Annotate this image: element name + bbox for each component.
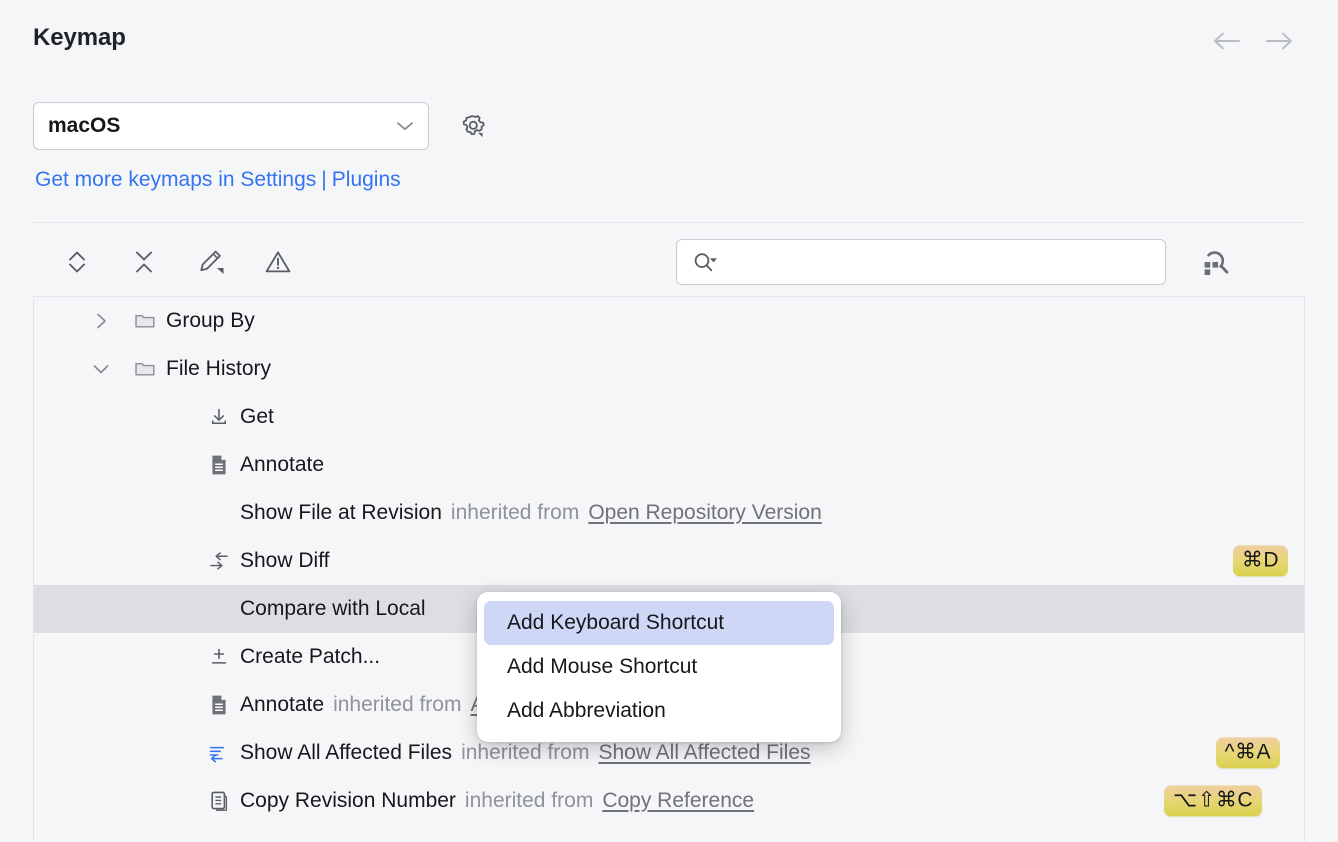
inherited-from-link[interactable]: Show All Affected Files: [598, 741, 810, 765]
chevron-down-icon: [396, 117, 414, 135]
tree-row[interactable]: Annotate: [34, 441, 1304, 489]
header-divider: [33, 222, 1305, 223]
link-separator: |: [321, 168, 327, 191]
inherited-from-link[interactable]: Copy Reference: [602, 789, 754, 813]
context-menu-item[interactable]: Add Keyboard Shortcut: [484, 601, 834, 645]
tree-row-label: Copy Revision Number: [240, 789, 456, 812]
nav-arrows: [1212, 26, 1294, 56]
tree-row-label: Group By: [166, 309, 255, 332]
shortcut-badge[interactable]: ⌘D: [1232, 545, 1288, 577]
get-more-keymaps-link[interactable]: Get more keymaps in Settings: [35, 168, 316, 191]
toolbar-buttons: [57, 242, 298, 282]
row-indent: [34, 369, 90, 370]
row-indent: [34, 417, 164, 418]
folder-icon: [134, 358, 156, 380]
tree-row-label: Show File at Revision: [240, 501, 442, 524]
folder-icon: [134, 310, 156, 332]
tree-row-label: Get: [240, 405, 274, 428]
create-patch-icon: [208, 646, 230, 668]
plugins-link[interactable]: Plugins: [332, 168, 401, 191]
tree-row[interactable]: Show File at Revision inherited from Open …: [34, 489, 1304, 537]
keymap-tree: Group By File History Get Annotate Show File…: [34, 297, 1304, 825]
chevrons-collapse-icon: [136, 251, 152, 273]
row-indent: [34, 801, 164, 802]
show-affected-files-icon: [208, 742, 230, 764]
keymap-settings-page: Keymap macOS Get more keymaps in Setting…: [0, 0, 1338, 842]
keymap-tree-panel[interactable]: Group By File History Get Annotate Show File…: [33, 296, 1305, 842]
warning-triangle-icon: [265, 251, 291, 273]
row-chevron-placeholder: [164, 550, 186, 572]
context-menu[interactable]: Add Keyboard Shortcut Add Mouse Shortcut A…: [477, 592, 841, 742]
show-diff-icon: [208, 550, 230, 572]
gear-icon: [462, 115, 485, 138]
context-menu-item[interactable]: Add Abbreviation: [484, 689, 834, 733]
find-actions-by-shortcut-button[interactable]: [1195, 241, 1237, 283]
pencil-dropdown-icon: [200, 250, 224, 274]
find-by-shortcut-icon: [1204, 251, 1229, 275]
annotate-document-icon: [208, 454, 230, 476]
row-chevron-placeholder: [164, 694, 186, 716]
context-menu-item[interactable]: Add Mouse Shortcut: [484, 645, 834, 689]
chevron-down-icon[interactable]: [90, 358, 112, 380]
inherited-from-label: inherited from: [333, 693, 462, 716]
search-icon: [691, 251, 721, 273]
keymap-dropdown-value: macOS: [48, 114, 121, 137]
header: Keymap: [0, 0, 1338, 76]
keymap-toolbar: [33, 232, 1305, 294]
row-indent: [34, 753, 164, 754]
chevrons-expand-icon: [69, 251, 85, 273]
row-indent: [34, 609, 164, 610]
search-input[interactable]: [731, 250, 1151, 274]
row-indent: [34, 561, 164, 562]
row-indent: [34, 321, 90, 322]
inherited-from-label: inherited from: [461, 741, 590, 764]
row-indent: [34, 705, 164, 706]
tree-row-label: File History: [166, 357, 272, 380]
row-chevron-placeholder: [164, 646, 186, 668]
edit-shortcut-button[interactable]: [191, 242, 231, 282]
annotate-document-icon: [208, 694, 230, 716]
row-chevron-placeholder: [164, 502, 186, 524]
keymap-links: Get more keymaps in Settings | Plugins: [35, 168, 401, 192]
row-chevron-placeholder: [164, 598, 186, 620]
tree-row-label: Show Diff: [240, 549, 330, 572]
row-icon-placeholder: [208, 502, 230, 524]
tree-row[interactable]: Copy Revision Number inherited from Copy R…: [34, 777, 1304, 825]
tree-row-label: Create Patch...: [240, 645, 381, 668]
row-indent: [34, 513, 164, 514]
inherited-from-link[interactable]: Open Repository Version: [588, 501, 821, 525]
keymap-selector-row: macOS: [33, 102, 491, 150]
copy-icon: [208, 790, 230, 812]
tree-row-label: Annotate: [240, 453, 325, 476]
collapse-all-button[interactable]: [124, 242, 164, 282]
tree-row-label: Compare with Local: [240, 597, 426, 620]
page-title: Keymap: [33, 24, 126, 51]
row-indent: [34, 657, 164, 658]
tree-row[interactable]: Show Diff ⌘D: [34, 537, 1304, 585]
search-box[interactable]: [676, 239, 1166, 285]
keymap-settings-gear-button[interactable]: [455, 108, 491, 144]
back-arrow-icon[interactable]: [1212, 26, 1242, 56]
conflicts-button[interactable]: [258, 242, 298, 282]
row-chevron-placeholder: [164, 790, 186, 812]
download-icon: [208, 406, 230, 428]
keymap-dropdown[interactable]: macOS: [33, 102, 429, 150]
chevron-right-icon[interactable]: [90, 310, 112, 332]
tree-row-label: Annotate: [240, 693, 325, 716]
row-icon-placeholder: [208, 598, 230, 620]
tree-row[interactable]: Group By: [34, 297, 1304, 345]
expand-all-button[interactable]: [57, 242, 97, 282]
row-chevron-placeholder: [164, 454, 186, 476]
shortcut-badge[interactable]: ⌥⇧⌘C: [1164, 785, 1262, 817]
row-chevron-placeholder: [164, 742, 186, 764]
forward-arrow-icon[interactable]: [1264, 26, 1294, 56]
shortcut-badge[interactable]: ^⌘A: [1215, 737, 1280, 769]
inherited-from-label: inherited from: [450, 501, 580, 524]
tree-row-label: Show All Affected Files: [240, 741, 453, 764]
inherited-from-label: inherited from: [464, 789, 594, 812]
row-indent: [34, 465, 164, 466]
tree-row[interactable]: Get: [34, 393, 1304, 441]
tree-row[interactable]: File History: [34, 345, 1304, 393]
row-chevron-placeholder: [164, 406, 186, 428]
